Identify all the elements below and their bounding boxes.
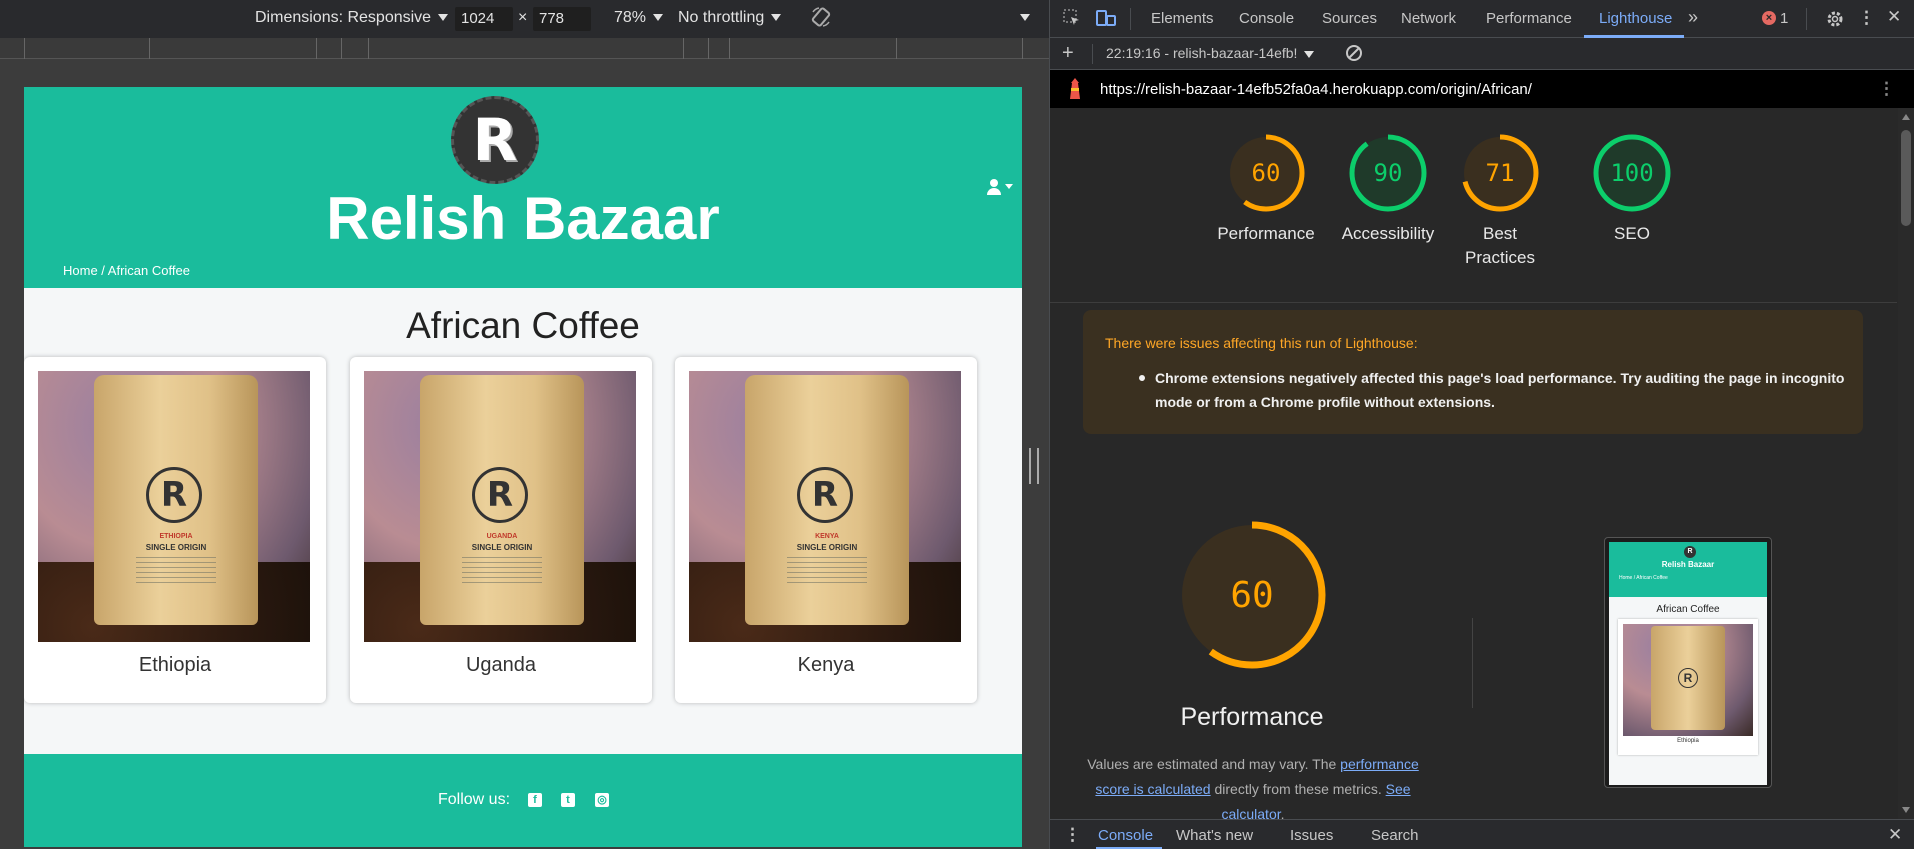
section-divider (1472, 618, 1473, 708)
drawer-tab-issues[interactable]: Issues (1290, 827, 1333, 844)
twitter-icon[interactable]: t (561, 793, 575, 807)
site-logo[interactable]: R (451, 96, 539, 184)
breadcrumb[interactable]: Home / African Coffee (63, 263, 190, 278)
tab-lighthouse[interactable]: Lighthouse (1599, 10, 1672, 27)
svg-text:60: 60 (1252, 159, 1281, 187)
error-icon[interactable]: × (1762, 11, 1776, 25)
warning-title: There were issues affecting this run of … (1105, 335, 1418, 351)
gauge-ring: 90 (1349, 134, 1427, 212)
gauge-label: SEO (1614, 224, 1650, 243)
close-drawer-icon[interactable]: ✕ (1888, 825, 1902, 845)
more-tabs-icon[interactable]: » (1688, 7, 1698, 28)
media-query-ruler (0, 38, 1049, 59)
tab-performance[interactable]: Performance (1486, 10, 1572, 27)
settings-gear-icon[interactable] (1825, 9, 1845, 34)
site-footer: Follow us: f t ◎ (24, 754, 1022, 847)
dimensions-dropdown[interactable]: Dimensions: Responsive (255, 9, 448, 27)
product-name[interactable]: Uganda (350, 654, 652, 677)
tab-network[interactable]: Network (1401, 10, 1456, 27)
emulated-page: R Relish Bazaar Home / African Coffee Af… (24, 87, 1022, 847)
lighthouse-logo-icon (1070, 78, 1080, 99)
gauge-best-practices[interactable]: 71 Best Practices (1420, 132, 1580, 270)
drawer-tab-search[interactable]: Search (1371, 827, 1419, 844)
gauge-label: Best Practices (1465, 224, 1535, 267)
facebook-icon[interactable]: f (528, 793, 542, 807)
screen: Dimensions: Responsive 1024 × 778 78% No… (0, 0, 1914, 849)
close-icon[interactable]: ✕ (1887, 7, 1901, 27)
product-name[interactable]: Kenya (675, 654, 977, 677)
device-menu-chevron-icon[interactable] (1020, 14, 1030, 21)
inspect-element-icon[interactable] (1062, 8, 1082, 33)
svg-text:71: 71 (1486, 159, 1515, 187)
error-count[interactable]: 1 (1780, 10, 1788, 27)
drawer-menu-icon[interactable]: ⋮ (1064, 825, 1081, 845)
product-image[interactable]: R UGANDA SINGLE ORIGIN (364, 371, 636, 642)
product-card[interactable]: R KENYA SINGLE ORIGIN Kenya (675, 357, 977, 703)
site-header: R Relish Bazaar Home / African Coffee (24, 87, 1022, 288)
devtools-drawer: ⋮ Console What's new Issues Search ✕ (1050, 819, 1914, 849)
report-selector-dropdown[interactable]: 22:19:16 - relish-bazaar-14efb! (1106, 45, 1314, 61)
device-toolbar: Dimensions: Responsive 1024 × 778 78% No… (0, 0, 1049, 38)
performance-gauge-large: 60 (1178, 521, 1326, 669)
tab-console[interactable]: Console (1239, 10, 1294, 27)
follow-label: Follow us: (438, 791, 511, 808)
page-screenshot-thumbnail[interactable]: R Relish Bazaar Home / African Coffee Af… (1604, 537, 1772, 788)
user-account-icon[interactable] (984, 179, 1016, 199)
report-menu-icon[interactable]: ⋮ (1878, 79, 1895, 99)
gauge-ring: 71 (1461, 134, 1539, 212)
page-title: African Coffee (406, 305, 640, 346)
gauge-ring: 100 (1593, 134, 1671, 212)
resize-handle[interactable] (1029, 448, 1039, 484)
height-input[interactable]: 778 (533, 7, 591, 31)
drawer-tab-whats-new[interactable]: What's new (1176, 827, 1253, 844)
warning-item: Chrome extensions negatively affected th… (1139, 366, 1845, 414)
devtools-tab-bar: Elements Console Sources Network Perform… (1050, 0, 1914, 38)
performance-heading: Performance (1180, 703, 1324, 731)
clear-reports-icon[interactable] (1344, 43, 1364, 68)
gauge-seo[interactable]: 100 SEO (1562, 132, 1702, 246)
dimension-separator: × (518, 9, 528, 26)
devtools-panel: Elements Console Sources Network Perform… (1050, 0, 1914, 849)
site-title[interactable]: Relish Bazaar (24, 184, 1022, 253)
report-url[interactable]: https://relish-bazaar-14efb52fa0a4.herok… (1100, 81, 1532, 98)
svg-text:90: 90 (1374, 159, 1403, 187)
product-image[interactable]: R ETHIOPIA SINGLE ORIGIN (38, 371, 310, 642)
lighthouse-warning-box: There were issues affecting this run of … (1083, 310, 1863, 434)
gauge-label: Performance (1217, 224, 1315, 243)
svg-text:100: 100 (1610, 159, 1653, 187)
drawer-tab-console[interactable]: Console (1098, 827, 1153, 844)
new-report-plus-icon[interactable]: + (1062, 42, 1074, 65)
product-name[interactable]: Ethiopia (24, 654, 326, 677)
tab-sources[interactable]: Sources (1322, 10, 1377, 27)
zoom-dropdown[interactable]: 78% (614, 9, 663, 27)
score-gauges: 60 Performance 90 Accessibility 71 Best (1050, 108, 1897, 303)
gauge-performance[interactable]: 60 Performance (1196, 132, 1336, 246)
rotate-icon[interactable] (810, 6, 832, 33)
width-input[interactable]: 1024 (455, 7, 513, 31)
report-url-bar: https://relish-bazaar-14efb52fa0a4.herok… (1050, 70, 1914, 108)
svg-text:60: 60 (1230, 575, 1273, 616)
throttling-dropdown[interactable]: No throttling (678, 9, 781, 27)
gauge-ring: 60 (1227, 134, 1305, 212)
device-emulation-pane: Dimensions: Responsive 1024 × 778 78% No… (0, 0, 1049, 849)
product-card[interactable]: R ETHIOPIA SINGLE ORIGIN Ethiopia (24, 357, 326, 703)
more-options-icon[interactable]: ⋮ (1858, 8, 1875, 28)
tab-elements[interactable]: Elements (1151, 10, 1214, 27)
performance-description: Values are estimated and may vary. The p… (1087, 756, 1419, 822)
product-image[interactable]: R KENYA SINGLE ORIGIN (689, 371, 961, 642)
product-card[interactable]: R UGANDA SINGLE ORIGIN Uganda (350, 357, 652, 703)
lighthouse-toolbar: + 22:19:16 - relish-bazaar-14efb! (1050, 38, 1914, 70)
device-toggle-icon[interactable] (1095, 8, 1117, 33)
report-scrollbar[interactable] (1898, 108, 1914, 819)
instagram-icon[interactable]: ◎ (595, 793, 609, 807)
